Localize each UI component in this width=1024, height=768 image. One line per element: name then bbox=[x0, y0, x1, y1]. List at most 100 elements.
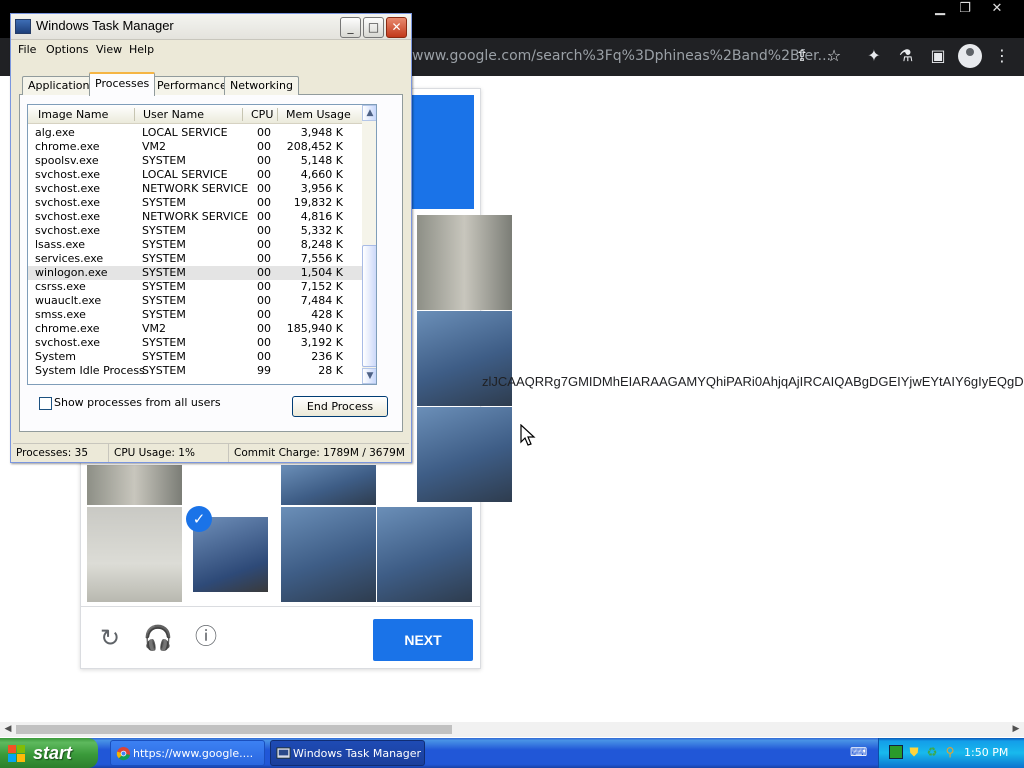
search-icon[interactable]: ⚲ bbox=[943, 745, 957, 759]
process-user-name: SYSTEM bbox=[142, 364, 186, 377]
tab-networking[interactable]: Networking bbox=[224, 76, 299, 95]
info-icon[interactable]: ⓘ bbox=[191, 623, 221, 653]
scroll-up-icon[interactable]: ▲ bbox=[362, 105, 376, 121]
captcha-tile[interactable] bbox=[281, 465, 376, 505]
minimize-button[interactable]: _ bbox=[340, 17, 361, 38]
security-shield-icon[interactable]: ⛊ bbox=[907, 745, 921, 759]
tab-performance[interactable]: Performance bbox=[151, 76, 233, 95]
network-icon[interactable] bbox=[889, 745, 903, 759]
menu-help[interactable]: Help bbox=[129, 43, 154, 56]
column-user-name[interactable]: User Name bbox=[143, 108, 204, 121]
table-row[interactable]: chrome.exe VM2 00 185,940 K bbox=[28, 322, 363, 336]
process-user-name: NETWORK SERVICE bbox=[142, 182, 249, 195]
captcha-tile[interactable] bbox=[183, 465, 278, 505]
table-row[interactable]: System SYSTEM 00 236 K bbox=[28, 350, 363, 364]
scrollbar-thumb[interactable] bbox=[16, 725, 452, 734]
process-mem-usage: 19,832 K bbox=[293, 196, 343, 209]
reload-icon[interactable]: ↻ bbox=[95, 623, 125, 653]
checkmark-icon: ✓ bbox=[186, 506, 212, 532]
star-icon[interactable]: ☆ bbox=[822, 44, 846, 68]
process-mem-usage: 3,956 K bbox=[300, 182, 343, 195]
more-icon[interactable]: ⋮ bbox=[990, 44, 1014, 68]
taskbar-item-label: Windows Task Manager bbox=[293, 747, 422, 760]
process-list-scrollbar[interactable]: ▲ ▼ bbox=[362, 105, 376, 384]
process-mem-usage: 8,248 K bbox=[300, 238, 343, 251]
process-image-name: alg.exe bbox=[35, 126, 75, 139]
process-mem-usage: 28 K bbox=[318, 364, 343, 377]
process-user-name: VM2 bbox=[142, 322, 167, 335]
process-user-name: SYSTEM bbox=[142, 252, 186, 265]
scrollbar-thumb[interactable] bbox=[362, 245, 376, 367]
table-row[interactable]: wuauclt.exe SYSTEM 00 7,484 K bbox=[28, 294, 363, 308]
process-mem-usage: 3,192 K bbox=[300, 336, 343, 349]
process-list[interactable]: Image Name User Name CPU Mem Usage alg.e… bbox=[27, 104, 377, 385]
table-row[interactable]: svchost.exe SYSTEM 00 3,192 K bbox=[28, 336, 363, 350]
table-row[interactable]: services.exe SYSTEM 00 7,556 K bbox=[28, 252, 363, 266]
process-mem-usage: 3,948 K bbox=[300, 126, 343, 139]
table-row[interactable]: winlogon.exe SYSTEM 00 1,504 K bbox=[28, 266, 363, 280]
page-horizontal-scrollbar[interactable]: ◀ ▶ bbox=[0, 722, 1024, 737]
process-mem-usage: 4,816 K bbox=[300, 210, 343, 223]
sidepanel-icon[interactable]: ▣ bbox=[926, 44, 950, 68]
captcha-tile[interactable] bbox=[417, 311, 512, 406]
table-row[interactable]: lsass.exe SYSTEM 00 8,248 K bbox=[28, 238, 363, 252]
taskbar-item-chrome[interactable]: https://www.google.... bbox=[110, 740, 265, 766]
process-cpu: 00 bbox=[257, 210, 271, 223]
audio-icon[interactable]: 🎧 bbox=[143, 623, 173, 653]
menu-view[interactable]: View bbox=[96, 43, 122, 56]
scroll-right-icon[interactable]: ▶ bbox=[1008, 722, 1024, 737]
table-row[interactable]: csrss.exe SYSTEM 00 7,152 K bbox=[28, 280, 363, 294]
table-row[interactable]: chrome.exe VM2 00 208,452 K bbox=[28, 140, 363, 154]
next-button[interactable]: NEXT bbox=[373, 619, 473, 661]
taskbar-item-task-manager[interactable]: Windows Task Manager bbox=[270, 740, 425, 766]
process-image-name: services.exe bbox=[35, 252, 104, 265]
column-separator bbox=[277, 108, 278, 121]
captcha-tile[interactable] bbox=[417, 215, 512, 310]
maximize-button[interactable]: □ bbox=[363, 17, 384, 38]
extensions-icon[interactable]: ✦ bbox=[862, 44, 886, 68]
process-user-name: SYSTEM bbox=[142, 224, 186, 237]
share-icon[interactable]: ⇪ bbox=[790, 44, 814, 68]
tab-processes[interactable]: Processes bbox=[89, 72, 156, 96]
process-mem-usage: 185,940 K bbox=[286, 322, 343, 335]
table-row[interactable]: System Idle Process SYSTEM 99 28 K bbox=[28, 364, 363, 378]
process-user-name: VM2 bbox=[142, 140, 167, 153]
captcha-tile[interactable] bbox=[377, 507, 472, 602]
table-row[interactable]: svchost.exe SYSTEM 00 19,832 K bbox=[28, 196, 363, 210]
table-row[interactable]: svchost.exe LOCAL SERVICE 00 4,660 K bbox=[28, 168, 363, 182]
process-user-name: SYSTEM bbox=[142, 238, 186, 251]
menu-options[interactable]: Options bbox=[46, 43, 88, 56]
lab-icon[interactable]: ⚗ bbox=[894, 44, 918, 68]
browser-restore-button[interactable]: ❐ bbox=[950, 0, 980, 18]
table-row[interactable]: svchost.exe NETWORK SERVICE 00 4,816 K bbox=[28, 210, 363, 224]
process-mem-usage: 236 K bbox=[311, 350, 343, 363]
scroll-down-icon[interactable]: ▼ bbox=[362, 368, 376, 384]
table-row[interactable]: alg.exe LOCAL SERVICE 00 3,948 K bbox=[28, 126, 363, 140]
show-all-users-checkbox[interactable] bbox=[39, 397, 52, 410]
browser-close-button[interactable]: ✕ bbox=[982, 0, 1012, 18]
table-row[interactable]: smss.exe SYSTEM 00 428 K bbox=[28, 308, 363, 322]
task-manager-titlebar[interactable]: Windows Task Manager _ □ ✕ bbox=[11, 14, 411, 40]
captcha-tile[interactable] bbox=[281, 507, 376, 602]
menu-file[interactable]: File bbox=[18, 43, 36, 56]
column-mem-usage[interactable]: Mem Usage bbox=[286, 108, 351, 121]
close-button[interactable]: ✕ bbox=[386, 17, 407, 38]
table-row[interactable]: svchost.exe SYSTEM 00 5,332 K bbox=[28, 224, 363, 238]
chrome-icon bbox=[116, 746, 131, 761]
process-user-name: SYSTEM bbox=[142, 350, 186, 363]
end-process-button[interactable]: End Process bbox=[292, 396, 388, 417]
scroll-left-icon[interactable]: ◀ bbox=[0, 722, 16, 737]
captcha-tile[interactable] bbox=[87, 465, 182, 505]
column-image-name[interactable]: Image Name bbox=[38, 108, 108, 121]
table-row[interactable]: svchost.exe NETWORK SERVICE 00 3,956 K bbox=[28, 182, 363, 196]
captcha-tile[interactable] bbox=[417, 407, 512, 502]
update-icon[interactable]: ♻ bbox=[925, 745, 939, 759]
profile-icon[interactable] bbox=[958, 44, 982, 68]
clock[interactable]: 1:50 PM bbox=[964, 738, 1008, 768]
status-commit-charge: Commit Charge: 1789M / 3679M bbox=[234, 447, 405, 459]
column-cpu[interactable]: CPU bbox=[251, 108, 273, 121]
keyboard-icon[interactable]: ⌨ bbox=[850, 745, 867, 759]
table-row[interactable]: spoolsv.exe SYSTEM 00 5,148 K bbox=[28, 154, 363, 168]
captcha-tile[interactable] bbox=[87, 507, 182, 602]
start-button[interactable]: start bbox=[0, 738, 98, 768]
